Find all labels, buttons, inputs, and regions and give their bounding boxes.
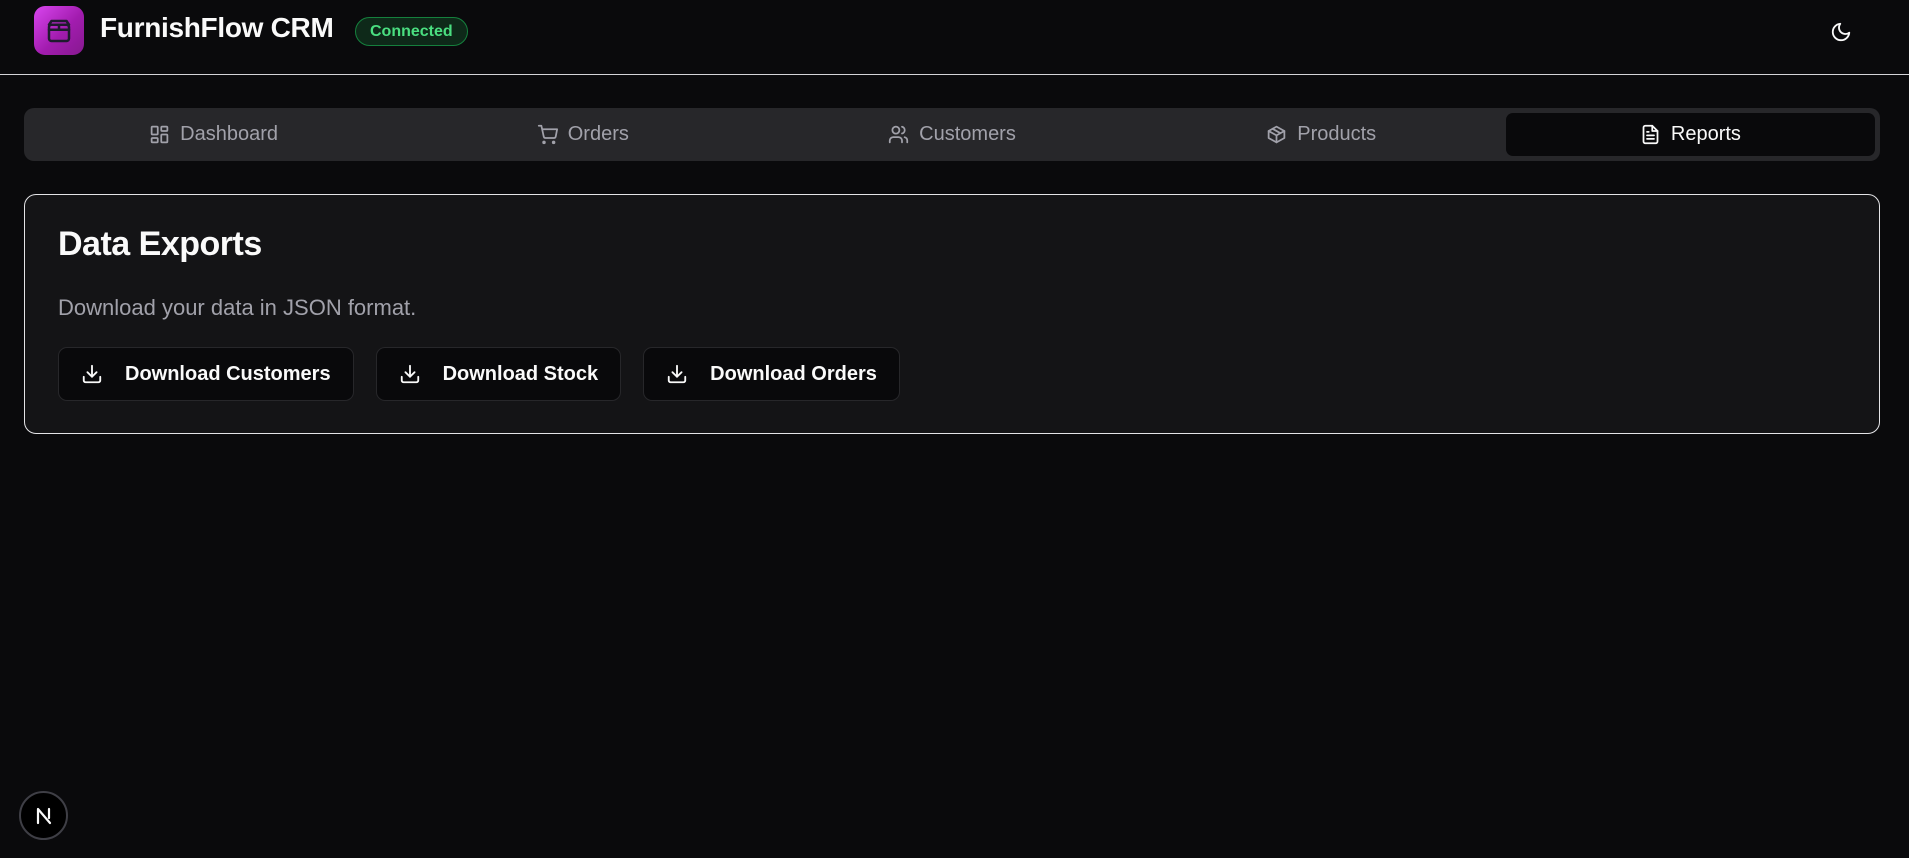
tab-label: Reports bbox=[1670, 123, 1741, 145]
tab-label: Dashboard bbox=[180, 123, 279, 145]
tab-label: Customers bbox=[919, 123, 1016, 145]
dashboard-icon bbox=[150, 125, 169, 144]
box-icon bbox=[1267, 125, 1286, 144]
connection-status-badge: Connected bbox=[355, 17, 468, 46]
package-icon bbox=[47, 19, 71, 42]
card-description: Download your data in JSON format. bbox=[58, 295, 417, 320]
download-icon bbox=[667, 364, 687, 384]
data-exports-card: Data Exports Download your data in JSON … bbox=[24, 194, 1880, 434]
main-tabs: Dashboard Orders Customers Products Repo… bbox=[24, 108, 1880, 161]
download-stock-button[interactable]: Download Stock bbox=[375, 347, 622, 401]
download-customers-button[interactable]: Download Customers bbox=[58, 347, 354, 401]
tab-customers[interactable]: Customers bbox=[767, 113, 1136, 156]
dev-tools-badge[interactable] bbox=[19, 791, 68, 840]
app-title: FurnishFlow CRM bbox=[100, 12, 334, 43]
export-buttons: Download Customers Download Stock Downlo… bbox=[58, 347, 900, 401]
download-orders-button[interactable]: Download Orders bbox=[643, 347, 900, 401]
download-icon bbox=[400, 364, 419, 384]
button-label: Download Customers bbox=[125, 362, 331, 385]
download-icon bbox=[82, 364, 102, 384]
app-logo bbox=[34, 6, 84, 55]
theme-toggle-button[interactable] bbox=[1826, 17, 1856, 47]
tab-reports[interactable]: Reports bbox=[1505, 113, 1876, 156]
tab-label: Products bbox=[1297, 123, 1377, 145]
tab-orders[interactable]: Orders bbox=[398, 113, 767, 156]
users-icon bbox=[889, 125, 909, 144]
tab-label: Orders bbox=[567, 123, 629, 145]
button-label: Download Stock bbox=[442, 362, 599, 385]
tab-products[interactable]: Products bbox=[1137, 113, 1506, 156]
app-header: FurnishFlow CRM Connected bbox=[0, 0, 1909, 75]
button-label: Download Orders bbox=[710, 362, 877, 385]
cart-icon bbox=[537, 124, 558, 145]
tab-dashboard[interactable]: Dashboard bbox=[29, 113, 398, 156]
card-title: Data Exports bbox=[58, 225, 262, 263]
file-text-icon bbox=[1642, 124, 1659, 145]
moon-icon bbox=[1831, 22, 1851, 42]
n-logo-icon bbox=[36, 807, 51, 824]
